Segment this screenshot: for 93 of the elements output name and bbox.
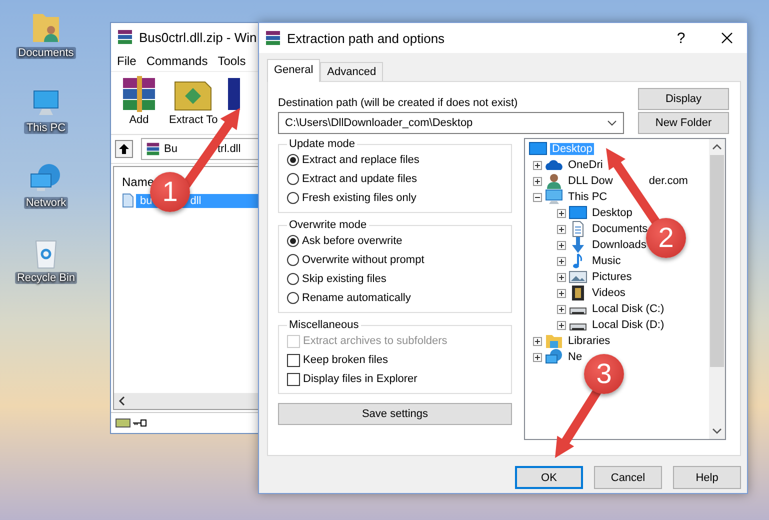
tab[interactable]: Advanced: [320, 62, 384, 81]
radio-button[interactable]: [287, 254, 299, 266]
radio-button[interactable]: [287, 173, 299, 185]
expand-toggle-icon[interactable]: [557, 272, 566, 282]
picture-icon: [569, 270, 587, 284]
tree-item[interactable]: Desktop: [590, 207, 634, 219]
dialog-button[interactable]: OK: [515, 466, 583, 489]
tree-item[interactable]: Pictures: [590, 271, 634, 283]
download-arrow-icon: [569, 237, 587, 253]
close-icon: [721, 32, 733, 44]
vertical-scrollbar[interactable]: [709, 139, 725, 439]
radio-button[interactable]: [287, 235, 299, 247]
tab[interactable]: General: [267, 59, 320, 82]
destination-label: Destination path (will be created if does not exist): [278, 97, 519, 109]
expand-toggle-icon[interactable]: [557, 256, 566, 266]
radio-button[interactable]: [287, 292, 299, 304]
tree-item[interactable]: Videos: [590, 287, 628, 299]
tree-item[interactable]: This PC: [566, 191, 610, 203]
option-label[interactable]: Fresh existing files only: [302, 192, 416, 204]
tree-item[interactable]: Local Disk (C:): [590, 303, 666, 315]
menu-item[interactable]: File: [117, 54, 136, 68]
desktop-icon-label[interactable]: Documents: [16, 47, 76, 59]
dialog-title: Extraction path and options: [287, 30, 446, 46]
dialog-button[interactable]: Help: [673, 466, 741, 489]
expand-toggle-icon[interactable]: [557, 288, 566, 298]
option-label[interactable]: Extract and update files: [302, 173, 417, 185]
group-title: Overwrite mode: [288, 219, 368, 231]
toolbar-button-label[interactable]: Extract To: [169, 114, 218, 126]
save-settings-button[interactable]: Save settings: [278, 403, 512, 425]
network-icon[interactable]: [29, 162, 63, 194]
chevron-left-icon[interactable]: [118, 396, 126, 406]
expand-toggle-icon[interactable]: [557, 320, 566, 330]
side-button[interactable]: New Folder: [638, 112, 729, 134]
pointer-arrow: [555, 388, 602, 458]
chevron-down-icon[interactable]: [712, 427, 722, 435]
tree-item[interactable]: DLL Dow der.com: [566, 175, 690, 187]
option-label[interactable]: Extract and replace files: [302, 154, 420, 166]
option-label[interactable]: Ask before overwrite: [302, 235, 402, 247]
group-title: Update mode: [288, 138, 356, 150]
window-title: Bus0ctrl.dll.zip - Win: [139, 30, 257, 44]
expand-toggle-icon[interactable]: [533, 176, 542, 186]
computer-icon: [545, 189, 563, 205]
archive-books-icon: [146, 142, 160, 156]
expand-toggle-icon[interactable]: [557, 208, 566, 218]
group-title: Miscellaneous: [288, 319, 360, 331]
folder-icon: [545, 333, 563, 349]
expand-toggle-icon[interactable]: [533, 336, 542, 346]
book-icon[interactable]: [228, 76, 240, 112]
tree-item[interactable]: Music: [590, 255, 623, 267]
drive-icon: [115, 418, 131, 428]
tree-item[interactable]: Local Disk (D:): [590, 319, 666, 331]
option-label[interactable]: Keep broken files: [303, 354, 388, 366]
radio-button[interactable]: [287, 154, 299, 166]
help-button[interactable]: ?: [661, 23, 701, 53]
radio-button[interactable]: [287, 192, 299, 204]
chevron-up-icon[interactable]: [712, 143, 722, 151]
tree-item[interactable]: OneDri: [566, 159, 605, 171]
monitor-icon: [529, 142, 547, 156]
cloud-icon: [545, 158, 563, 172]
file-icon: [122, 193, 134, 208]
side-button[interactable]: Display: [638, 88, 729, 110]
radio-button[interactable]: [287, 273, 299, 285]
dropdown-caret-icon[interactable]: [607, 120, 617, 126]
checkbox[interactable]: [287, 354, 300, 366]
user-icon: [545, 173, 563, 189]
key-icon: [133, 419, 147, 427]
toolbar-button-label[interactable]: Add: [129, 114, 149, 126]
destination-path-field[interactable]: C:\Users\DllDownloader_com\Desktop: [278, 112, 624, 134]
desktop-icon-label[interactable]: This PC: [24, 122, 68, 134]
expand-toggle-icon[interactable]: [557, 304, 566, 314]
tree-item[interactable]: Libraries: [566, 335, 612, 347]
up-folder-button[interactable]: [115, 140, 133, 158]
expand-toggle-icon[interactable]: [533, 160, 542, 170]
menu-item[interactable]: Tools: [218, 54, 246, 68]
dialog-button[interactable]: Cancel: [594, 466, 662, 489]
archive-books-icon: [265, 30, 281, 46]
option-label[interactable]: Overwrite without prompt: [302, 254, 424, 266]
checkbox[interactable]: [287, 372, 300, 386]
expand-toggle-icon[interactable]: [533, 192, 542, 202]
option-label[interactable]: Rename automatically: [302, 292, 411, 304]
menu-item[interactable]: Commands: [146, 54, 208, 68]
tree-item[interactable]: Ne: [566, 351, 584, 363]
tree-item[interactable]: Downloads: [590, 239, 648, 251]
expand-toggle-icon[interactable]: [533, 352, 542, 362]
arrow-up-icon: [118, 143, 130, 155]
expand-toggle-icon[interactable]: [557, 240, 566, 250]
option-label[interactable]: Display files in Explorer: [303, 373, 418, 385]
expand-toggle-icon[interactable]: [557, 224, 566, 234]
network-icon: [545, 349, 563, 365]
option-label[interactable]: Skip existing files: [302, 273, 386, 285]
monitor-icon: [569, 206, 587, 220]
film-icon: [569, 285, 587, 301]
archive-books-icon: [117, 29, 133, 45]
